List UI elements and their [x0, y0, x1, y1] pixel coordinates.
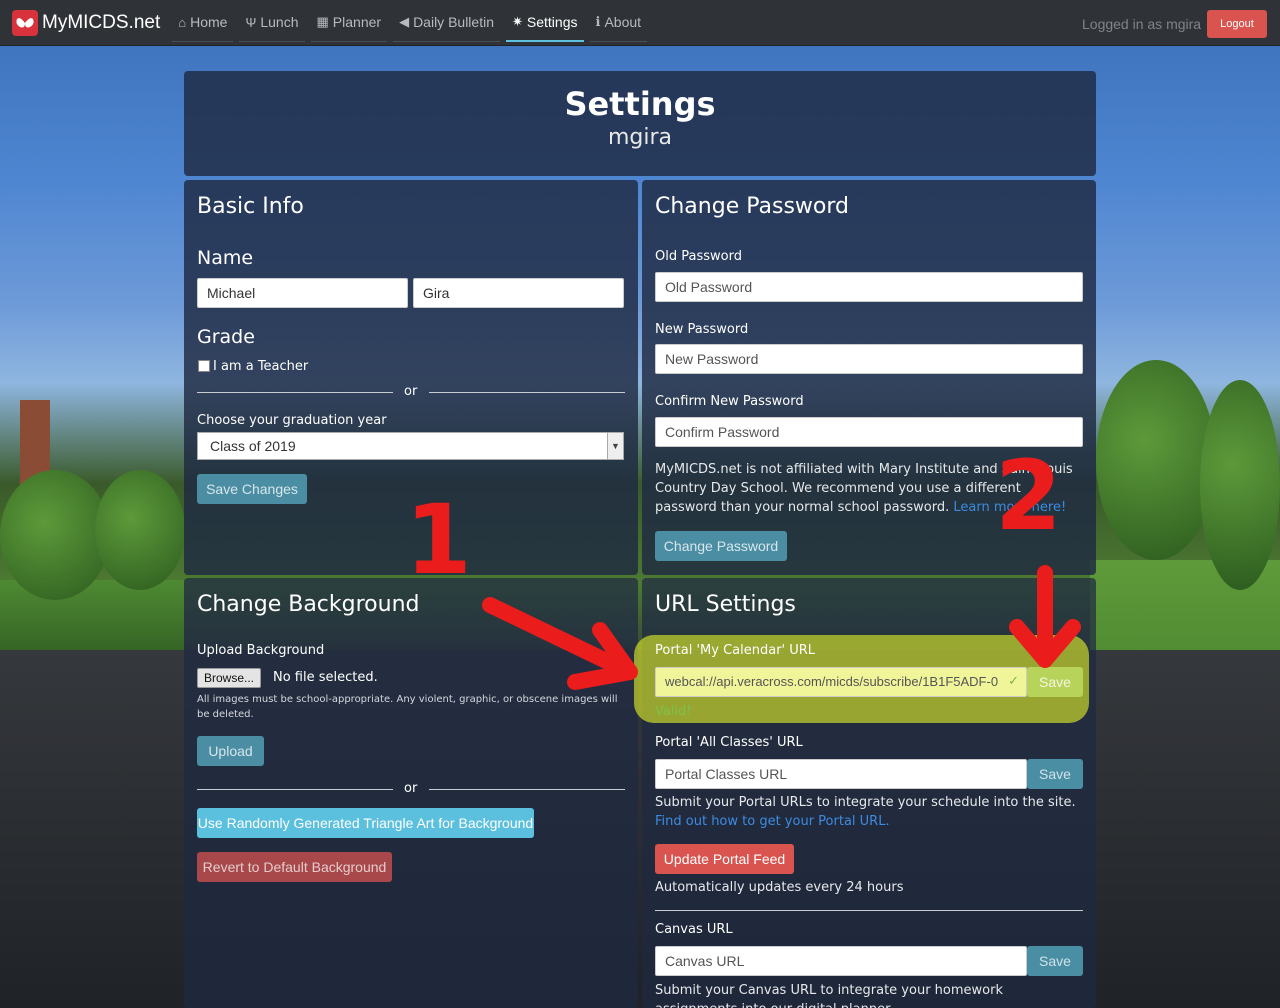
file-status: No file selected. — [273, 670, 378, 685]
nav-label: Planner — [332, 14, 382, 30]
nav-lunch[interactable]: Ψ Lunch — [239, 4, 305, 42]
canvas-url-input[interactable]: Canvas URL — [655, 946, 1027, 976]
upload-button[interactable]: Upload — [197, 736, 264, 766]
last-name-input[interactable]: Gira — [413, 278, 624, 308]
info-icon: ℹ — [595, 14, 601, 29]
check-icon: ✓ — [1008, 673, 1019, 688]
grade-label: Grade — [197, 326, 255, 348]
nav-planner[interactable]: ▦ Planner — [310, 4, 388, 42]
save-changes-button[interactable]: Save Changes — [197, 474, 307, 504]
gear-icon: ✷ — [512, 13, 523, 29]
fork-knife-icon: Ψ — [245, 14, 257, 30]
panel-title: Basic Info — [197, 194, 304, 219]
panel-title: Change Background — [197, 592, 420, 617]
logged-in-text: Logged in as mgira — [1082, 16, 1202, 32]
browse-button[interactable]: Browse... — [197, 668, 262, 688]
grad-year-select[interactable]: Class of 2019 ▼ — [197, 432, 624, 460]
valid-text: Valid! — [655, 704, 692, 719]
canvas-help-text: Submit your Canvas URL to integrate your… — [655, 983, 1003, 1008]
username: mgira — [607, 125, 673, 150]
portal-help-text: Submit your Portal URLs to integrate you… — [655, 793, 1085, 831]
revert-background-button[interactable]: Revert to Default Background — [197, 852, 392, 882]
panel-title: URL Settings — [655, 592, 796, 617]
megaphone-icon: ◀ — [399, 14, 410, 29]
grad-year-value: Class of 2019 — [210, 438, 296, 454]
nav-label: Lunch — [260, 14, 299, 30]
nav-label: Settings — [526, 13, 578, 30]
portal-help: Submit your Portal URLs to integrate you… — [655, 795, 1076, 810]
upload-background-label: Upload Background — [197, 643, 325, 658]
calendar-url-value: webcal://api.veracross.com/micds/subscri… — [665, 674, 999, 689]
nav-label: Home — [190, 14, 228, 30]
brand[interactable]: MyMICDS.net — [12, 9, 161, 36]
calendar-url-label: Portal 'My Calendar' URL — [655, 643, 816, 658]
annotation-number-one: 1 — [405, 484, 472, 596]
divider — [655, 910, 1083, 911]
auto-update-text: Automatically updates every 24 hours — [655, 880, 904, 895]
new-password-label: New Password — [655, 322, 749, 337]
annotation-number-two: 2 — [995, 440, 1062, 552]
first-name-input[interactable]: Michael — [197, 278, 408, 308]
chevron-down-icon: ▼ — [607, 433, 623, 459]
or-text: or — [404, 781, 418, 796]
triangle-art-button[interactable]: Use Randomly Generated Triangle Art for … — [197, 808, 534, 838]
teacher-checkbox[interactable] — [198, 360, 210, 372]
page-title: Settings — [564, 85, 716, 123]
canvas-url-label: Canvas URL — [655, 922, 733, 937]
calendar-icon: ▦ — [316, 14, 329, 29]
new-password-input[interactable]: New Password — [655, 344, 1083, 374]
nav-daily-bulletin[interactable]: ◀ Daily Bulletin — [393, 4, 500, 42]
classes-save-button[interactable]: Save — [1027, 759, 1083, 789]
nav-settings[interactable]: ✷ Settings — [506, 4, 584, 42]
nav-label: Daily Bulletin — [413, 14, 494, 30]
logo-icon — [12, 9, 38, 36]
logout-button[interactable]: Logout — [1207, 10, 1267, 38]
classes-url-label: Portal 'All Classes' URL — [655, 735, 803, 750]
home-icon: ⌂ — [178, 14, 187, 30]
background-tree — [1200, 380, 1280, 590]
panel-title: Change Password — [655, 194, 849, 219]
change-password-button[interactable]: Change Password — [655, 531, 787, 561]
canvas-save-button[interactable]: Save — [1027, 946, 1083, 976]
old-password-input[interactable]: Old Password — [655, 272, 1083, 302]
update-portal-feed-button[interactable]: Update Portal Feed — [655, 844, 794, 874]
brand-name: MyMICDS.net — [42, 11, 161, 33]
nav-about[interactable]: ℹ About — [589, 4, 648, 42]
nav-label: About — [604, 14, 642, 30]
or-text: or — [404, 384, 418, 399]
teacher-label: I am a Teacher — [213, 359, 309, 374]
divider — [429, 789, 625, 790]
annotation-arrow-right-icon — [482, 597, 638, 690]
divider — [429, 392, 625, 393]
old-password-label: Old Password — [655, 249, 742, 264]
background-tree — [0, 470, 110, 600]
background-tree — [1096, 360, 1216, 560]
grad-year-label: Choose your graduation year — [197, 413, 387, 428]
confirm-password-label: Confirm New Password — [655, 394, 804, 409]
nav-home[interactable]: ⌂ Home — [172, 4, 234, 42]
settings-header: Settings mgira — [184, 71, 1096, 176]
classes-url-input[interactable]: Portal Classes URL — [655, 759, 1027, 789]
navbar: MyMICDS.net ⌂ Home Ψ Lunch ▦ Planner ◀ D… — [0, 0, 1280, 46]
divider — [197, 789, 393, 790]
portal-help-link[interactable]: Find out how to get your Portal URL. — [655, 812, 1085, 831]
calendar-url-input[interactable]: webcal://api.veracross.com/micds/subscri… — [655, 667, 1027, 697]
background-tree — [95, 470, 185, 590]
divider — [197, 392, 393, 393]
name-label: Name — [197, 247, 254, 269]
annotation-arrow-down-icon — [1009, 565, 1081, 668]
